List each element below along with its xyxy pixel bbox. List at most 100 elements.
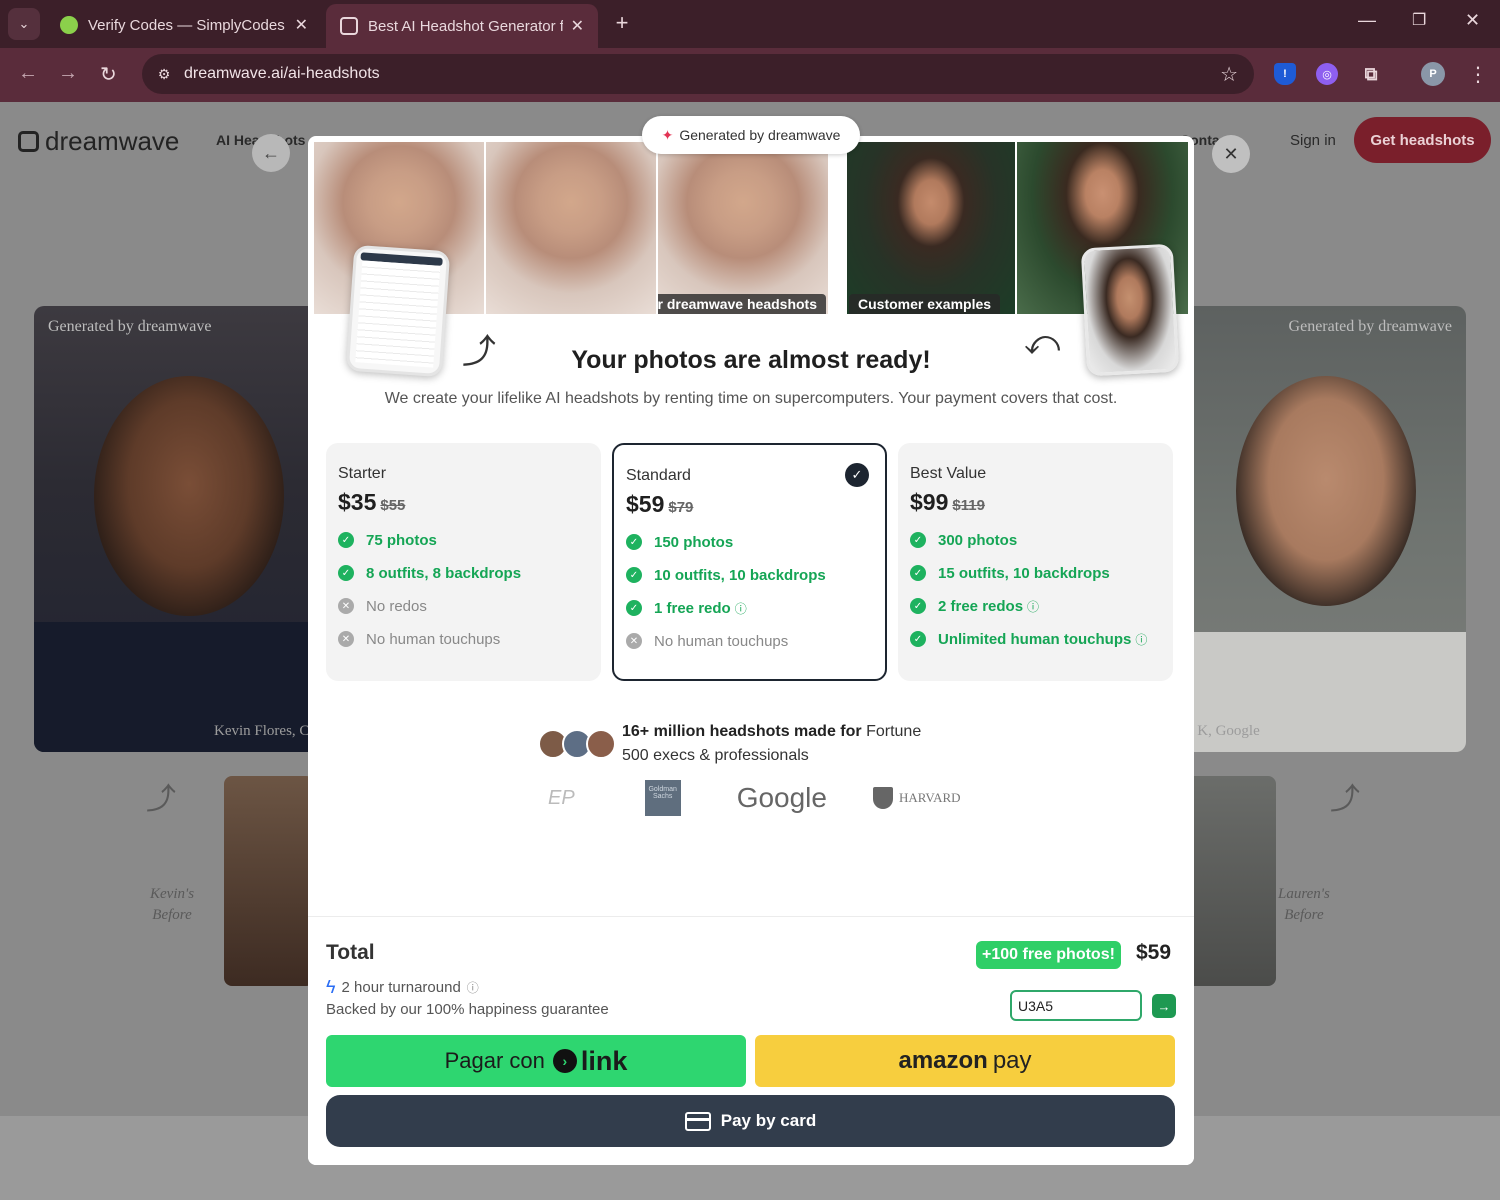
plan-price: $59 $79 xyxy=(626,491,694,517)
sign-in-link[interactable]: Sign in xyxy=(1290,132,1336,149)
close-icon[interactable]: ✕ xyxy=(571,16,584,36)
customer-name: n K, Google xyxy=(1186,723,1260,739)
site-info-icon[interactable]: ⚙ xyxy=(152,62,176,86)
check-icon: ✓ xyxy=(626,534,642,550)
back-arrow-icon[interactable]: ← xyxy=(18,62,38,85)
arrow-right-icon: → xyxy=(1157,998,1171,1014)
carousel-prev-button[interactable]: ← xyxy=(252,134,290,172)
ep-logo: EP xyxy=(548,786,575,809)
browser-chrome: ⌄ Verify Codes — SimplyCodes ✕ Best AI H… xyxy=(0,0,1500,102)
shield-icon xyxy=(872,787,893,809)
dreamwave-icon xyxy=(340,17,358,35)
plan-feature: ✓ 10 outfits, 10 backdrops xyxy=(626,566,873,584)
logo-strip: EP Goldman Sachs Google HARVARD xyxy=(548,780,961,816)
bitwarden-extension-icon[interactable]: ! xyxy=(1274,63,1296,85)
arrow-left-icon: ← xyxy=(262,142,280,163)
plan-card-best-value[interactable]: Best Value $99 $119 ✓ 300 photos ✓ 15 outfi… xyxy=(898,443,1173,681)
turnaround-info: ϟ 2 hour turnaround ⓘ xyxy=(326,977,479,997)
chevron-down-icon: ⌄ xyxy=(18,16,30,31)
minimize-button[interactable]: — xyxy=(1358,10,1376,31)
x-icon: ✕ xyxy=(626,633,642,649)
check-icon: ✓ xyxy=(626,600,642,616)
address-bar[interactable]: ⚙ dreamwave.ai/ai-headshots ☆ xyxy=(142,54,1254,94)
apply-promo-button[interactable]: → xyxy=(1152,994,1176,1018)
check-icon: ✓ xyxy=(338,565,354,581)
check-icon: ✓ xyxy=(910,532,926,548)
info-icon[interactable]: ⓘ xyxy=(1135,631,1147,648)
goldman-sachs-logo: Goldman Sachs xyxy=(644,780,681,816)
before-label: Lauren's Before xyxy=(1278,886,1330,923)
nav-bar: ← → ↻ ⚙ dreamwave.ai/ai-headshots ☆ ! ◎ … xyxy=(0,48,1500,102)
forward-arrow-icon[interactable]: → xyxy=(58,62,78,85)
curved-arrow-icon: ⤴ xyxy=(1330,783,1360,816)
plan-name: Standard xyxy=(626,467,691,484)
blurred-headshot: Your dreamwave headshots xyxy=(658,142,828,314)
generated-by-pill: ✦ Generated by dreamwave xyxy=(642,116,860,154)
tab-simplycodes[interactable]: Verify Codes — SimplyCodes ✕ xyxy=(46,6,322,44)
selected-check-icon: ✓ xyxy=(845,463,869,487)
curved-arrow-icon: ⤴ xyxy=(146,783,176,816)
social-proof: 16+ million headshots made for Fortune 5… xyxy=(538,720,932,768)
check-icon: ✓ xyxy=(910,631,926,647)
restore-button[interactable]: ❐ xyxy=(1412,10,1426,30)
dreamwave-logo[interactable]: dreamwave xyxy=(18,126,179,157)
extension-icon[interactable]: ◎ xyxy=(1316,63,1338,85)
check-icon: ✓ xyxy=(626,567,642,583)
window-close-button[interactable]: ✕ xyxy=(1465,10,1480,31)
free-photos-badge: +100 free photos! xyxy=(976,941,1121,969)
generated-by-text: Generated by dreamwave xyxy=(679,127,841,143)
plan-price: $35 $55 xyxy=(338,489,406,515)
your-headshots-label: Your dreamwave headshots xyxy=(658,294,826,314)
modal-close-button[interactable]: ✕ xyxy=(1212,135,1250,173)
proof-bold: 16+ million headshots made for xyxy=(622,723,862,740)
info-icon[interactable]: ⓘ xyxy=(1027,598,1039,615)
customer-name: Kevin Flores, C xyxy=(214,723,310,739)
close-icon: ✕ xyxy=(1223,143,1239,164)
pay-with-link-button[interactable]: Pagar con › link xyxy=(326,1035,746,1087)
promo-code-input[interactable]: U3A5 xyxy=(1010,990,1142,1021)
x-icon: ✕ xyxy=(338,598,354,614)
blurred-headshot xyxy=(486,142,656,314)
guarantee-text: Backed by our 100% happiness guarantee xyxy=(326,1001,609,1018)
tab-title: Verify Codes — SimplyCodes xyxy=(88,16,285,34)
plan-name: Best Value xyxy=(910,465,987,482)
tab-search-button[interactable]: ⌄ xyxy=(8,8,40,40)
showcase-card-right: Generated by dreamwave n K, Google xyxy=(1176,306,1466,752)
url-text[interactable]: dreamwave.ai/ai-headshots xyxy=(184,65,380,83)
menu-dots-icon[interactable]: ⋮ xyxy=(1468,62,1488,87)
bookmark-star-icon[interactable]: ☆ xyxy=(1220,62,1238,87)
reload-icon[interactable]: ↻ xyxy=(100,62,117,87)
tab-dreamwave[interactable]: Best AI Headshot Generator for ✕ xyxy=(326,4,598,48)
plan-feature: ✓ Unlimited human touchups ⓘ xyxy=(910,630,1161,648)
plan-feature: ✓ 150 photos xyxy=(626,533,873,551)
showcase-card-left: Generated by dreamwave Kevin Flores, C xyxy=(34,306,324,752)
google-logo: Google xyxy=(736,782,827,813)
checkout-footer: Total +100 free photos! $59 ϟ 2 hour tur… xyxy=(308,916,1194,1165)
avatar xyxy=(586,729,616,759)
plan-card-starter[interactable]: Starter $35 $55 ✓ 75 photos ✓ 8 outfits, 8 … xyxy=(326,443,601,681)
tab-title: Best AI Headshot Generator for xyxy=(368,17,563,35)
before-photo-left xyxy=(224,776,314,986)
pay-by-card-button[interactable]: Pay by card xyxy=(326,1095,1175,1147)
credit-card-icon xyxy=(684,1111,711,1131)
pricing-modal: Your dreamwave headshots Customer exampl… xyxy=(308,136,1194,1165)
amazon-pay-button[interactable]: amazon pay xyxy=(755,1035,1175,1087)
info-icon[interactable]: ⓘ xyxy=(735,600,747,617)
total-label: Total xyxy=(326,941,375,964)
plan-card-standard[interactable]: ✓ Standard $59 $79 ✓ 150 photos ✓ 10 outfit… xyxy=(612,443,887,681)
customer-avatars xyxy=(538,729,616,759)
profile-avatar[interactable]: P xyxy=(1421,62,1445,86)
puzzle-icon[interactable]: ⧉ xyxy=(1360,63,1382,85)
before-label: Kevin's Before xyxy=(150,886,195,923)
new-tab-button[interactable]: + xyxy=(610,10,634,36)
get-headshots-button[interactable]: Get headshots xyxy=(1354,117,1491,163)
close-icon[interactable]: ✕ xyxy=(295,15,308,35)
customer-example-photo: Customer examples xyxy=(847,142,1015,314)
x-icon: ✕ xyxy=(338,631,354,647)
plan-feature: ✓ 300 photos xyxy=(910,531,1161,549)
before-photo-right xyxy=(1186,776,1276,986)
plan-feature: ✓ 8 outfits, 8 backdrops xyxy=(338,564,589,582)
sparkle-icon: ✦ xyxy=(661,126,674,143)
modal-title: Your photos are almost ready! xyxy=(571,346,931,374)
info-icon[interactable]: ⓘ xyxy=(467,979,479,996)
